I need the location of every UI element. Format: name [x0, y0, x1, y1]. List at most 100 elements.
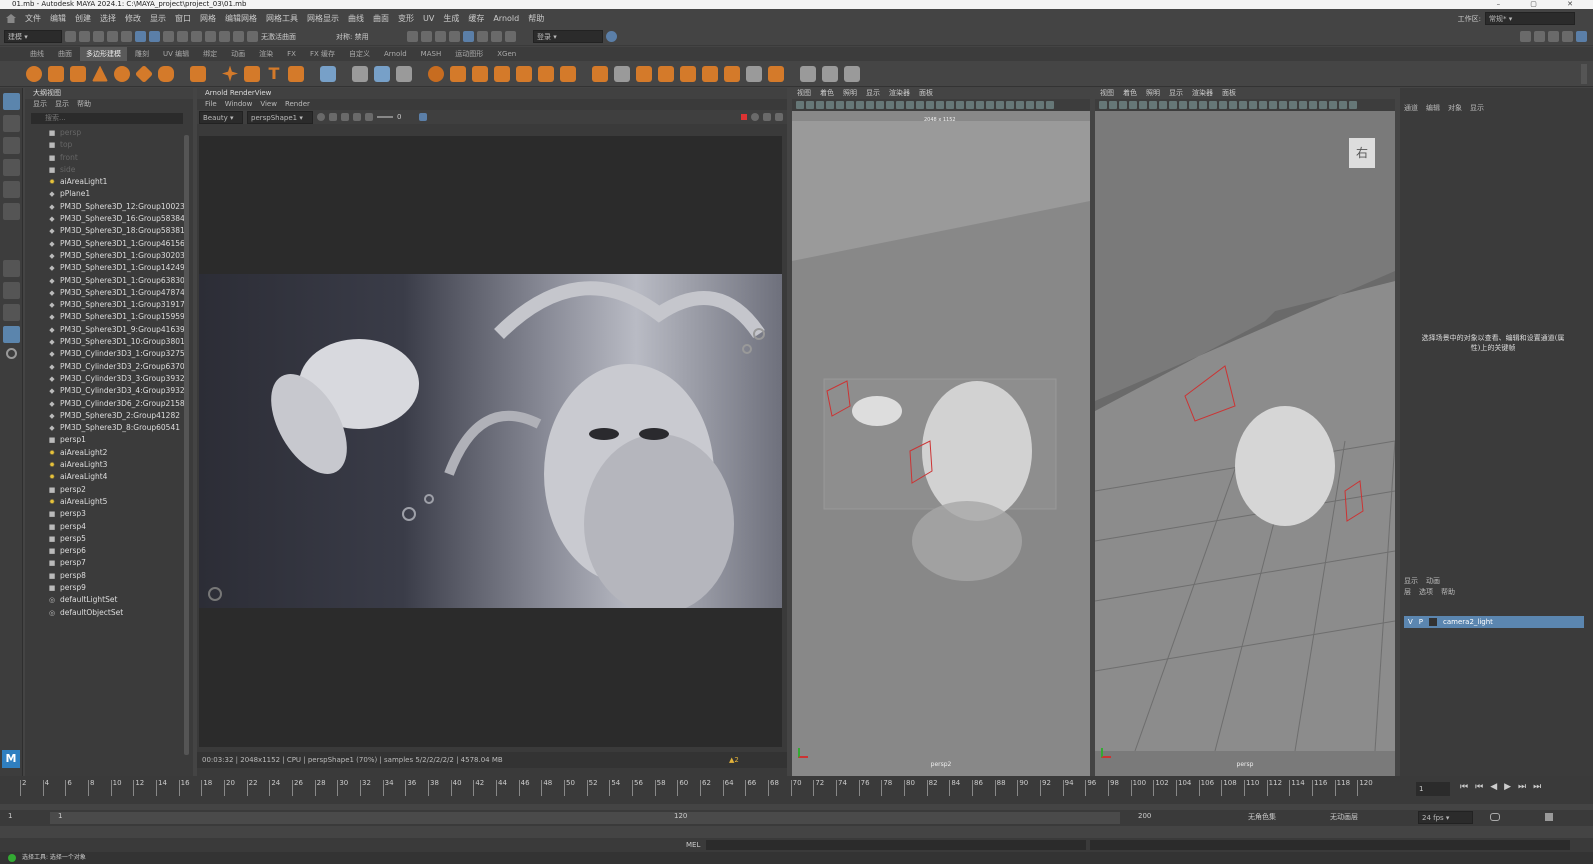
- menu-edit-mesh[interactable]: 编辑网格: [225, 13, 257, 24]
- smooth-icon[interactable]: [396, 65, 412, 82]
- menu-select[interactable]: 选择: [100, 13, 116, 24]
- menu-display[interactable]: 显示: [150, 13, 166, 24]
- vp2-toolbar[interactable]: [1095, 99, 1395, 111]
- snap-point-icon[interactable]: [205, 31, 216, 42]
- multi-cut-icon[interactable]: [614, 65, 630, 82]
- shelf-tab-rendering[interactable]: 渲染: [253, 47, 279, 61]
- outliner-item[interactable]: ■ persp8: [47, 570, 193, 582]
- shelf-scroll-icon[interactable]: [1581, 63, 1587, 84]
- menu-edit[interactable]: 编辑: [50, 13, 66, 24]
- alpha-channel-icon[interactable]: [329, 113, 337, 121]
- snapshot-icon[interactable]: [341, 113, 349, 121]
- channel-tab-show[interactable]: 显示: [1470, 103, 1484, 114]
- vp2-menu-lighting[interactable]: 照明: [1146, 88, 1160, 99]
- tool-settings-icon[interactable]: [1548, 31, 1559, 42]
- layer-playback-toggle[interactable]: P: [1419, 618, 1423, 626]
- display-layer-row[interactable]: V P camera2_light: [1404, 616, 1584, 628]
- outliner-item[interactable]: ■ persp6: [47, 545, 193, 557]
- outliner-item[interactable]: ◆ PM3D_Sphere3D_2:Group41282: [47, 410, 193, 422]
- shelf-tab-xgen[interactable]: XGen: [491, 47, 522, 61]
- outliner-item[interactable]: ◆ PM3D_Sphere3D1_9:Group41639: [47, 324, 193, 336]
- insert-edge-loop-icon[interactable]: [592, 65, 608, 82]
- camera-dropdown[interactable]: perspShape1 ▾: [247, 110, 313, 124]
- home-icon[interactable]: [6, 14, 16, 23]
- sweep-mesh-icon[interactable]: [244, 65, 260, 82]
- snap-grid-icon[interactable]: [177, 31, 188, 42]
- command-input[interactable]: [706, 840, 1086, 850]
- rv-menu-file[interactable]: File: [205, 99, 217, 110]
- live-surface-icon[interactable]: [247, 31, 258, 42]
- outliner-item[interactable]: ■ persp1: [47, 434, 193, 446]
- menu-file[interactable]: 文件: [25, 13, 41, 24]
- outliner-item[interactable]: ■ persp5: [47, 533, 193, 545]
- mirror-icon[interactable]: [450, 65, 466, 82]
- outliner-item[interactable]: ◆ PM3D_Sphere3D_16:Group58384: [47, 213, 193, 225]
- outliner-item[interactable]: ◆ PM3D_Cylinder3D6_2:Group21581: [47, 398, 193, 410]
- shelf-tab-polygon-modeling[interactable]: 多边形建模: [80, 47, 127, 61]
- bevel-icon[interactable]: [494, 65, 510, 82]
- target-weld-icon[interactable]: [636, 65, 652, 82]
- outliner-menu-show[interactable]: 显示: [55, 99, 69, 110]
- range-slider-bar[interactable]: 1 120: [50, 812, 1120, 824]
- outliner-item[interactable]: ◆ PM3D_Sphere3D1_1:Group63830: [47, 275, 193, 287]
- workspace-dropdown[interactable]: 常规* ▾: [1485, 12, 1575, 25]
- vp1-toolbar[interactable]: [792, 99, 1090, 111]
- menu-modify[interactable]: 修改: [125, 13, 141, 24]
- globe-icon[interactable]: [606, 31, 617, 42]
- menu-uv[interactable]: UV: [423, 14, 434, 23]
- select-hierarchy-icon[interactable]: [135, 31, 146, 42]
- layout-single-icon[interactable]: [2, 260, 20, 277]
- playback-controls[interactable]: ⏮⏮◀▶⏭⏭: [1460, 782, 1548, 792]
- super-shape-icon[interactable]: [222, 65, 238, 82]
- layer-tab-anim[interactable]: 动画: [1426, 576, 1440, 587]
- layer-menu-options[interactable]: 选项: [1419, 587, 1433, 598]
- outliner-item[interactable]: ◆ pPlane1: [47, 188, 193, 200]
- ipr-render-icon[interactable]: [435, 31, 446, 42]
- render-frame-icon[interactable]: [407, 31, 418, 42]
- anim-end-field[interactable]: 200: [1138, 812, 1151, 820]
- shelf-tab-fx-caching[interactable]: FX 缓存: [304, 47, 341, 61]
- outliner-item[interactable]: ■ top: [47, 139, 193, 151]
- outliner-item[interactable]: ■ persp3: [47, 508, 193, 520]
- outliner-item[interactable]: ◆ PM3D_Sphere3D_18:Group58381: [47, 225, 193, 237]
- arnold-render-icon[interactable]: [491, 31, 502, 42]
- debug-icon[interactable]: [763, 113, 771, 121]
- move-tool-icon[interactable]: [2, 159, 20, 176]
- lasso-tool-icon[interactable]: [2, 115, 20, 132]
- outliner-item[interactable]: ✹ aiAreaLight4: [47, 471, 193, 483]
- layer-menu-layers[interactable]: 层: [1404, 587, 1411, 598]
- symmetry-label[interactable]: 对称: 禁用: [336, 32, 396, 42]
- paint-select-icon[interactable]: [2, 137, 20, 154]
- vp2-menu-show[interactable]: 显示: [1169, 88, 1183, 99]
- rv-settings-icon[interactable]: [775, 113, 783, 121]
- select-component-icon[interactable]: [163, 31, 174, 42]
- shelf-tab-arnold[interactable]: Arnold: [378, 47, 413, 61]
- anim-start-field[interactable]: 1: [8, 812, 12, 820]
- outliner-item[interactable]: ■ persp4: [47, 521, 193, 533]
- outliner-item[interactable]: ◆ PM3D_Cylinder3D3_2:Group63702: [47, 361, 193, 373]
- vp1-menu-show[interactable]: 显示: [866, 88, 880, 99]
- shelf-tab-surfaces[interactable]: 曲面: [52, 47, 78, 61]
- outliner-item[interactable]: ◆ PM3D_Sphere3D_12:Group10023: [47, 201, 193, 213]
- rv-menu-render[interactable]: Render: [285, 99, 310, 110]
- menu-deform[interactable]: 变形: [398, 13, 414, 24]
- viewcube[interactable]: 右: [1349, 138, 1375, 168]
- sound-icon[interactable]: [1545, 813, 1553, 821]
- shelf-tab-rigging[interactable]: 绑定: [197, 47, 223, 61]
- outliner-menu-display[interactable]: 显示: [33, 99, 47, 110]
- vp1-menu-lighting[interactable]: 照明: [843, 88, 857, 99]
- outliner-item[interactable]: ✹ aiAreaLight1: [47, 176, 193, 188]
- outliner-menu-help[interactable]: 帮助: [77, 99, 91, 110]
- outliner-scrollbar[interactable]: [184, 135, 189, 755]
- refresh-icon[interactable]: [751, 113, 759, 121]
- shelf-tab-motion-graphics[interactable]: 运动图形: [449, 47, 489, 61]
- poly-disc-icon[interactable]: [158, 65, 174, 82]
- exposure-slider[interactable]: [377, 116, 393, 118]
- poly-platonic-icon[interactable]: [190, 65, 206, 82]
- channel-tab-object[interactable]: 对象: [1448, 103, 1462, 114]
- poly-cylinder-icon[interactable]: [70, 65, 86, 82]
- vp1-menu-panels[interactable]: 面板: [919, 88, 933, 99]
- outliner-item[interactable]: ■ side: [47, 164, 193, 176]
- uv-grid-icon[interactable]: [320, 65, 336, 82]
- save-scene-icon[interactable]: [93, 31, 104, 42]
